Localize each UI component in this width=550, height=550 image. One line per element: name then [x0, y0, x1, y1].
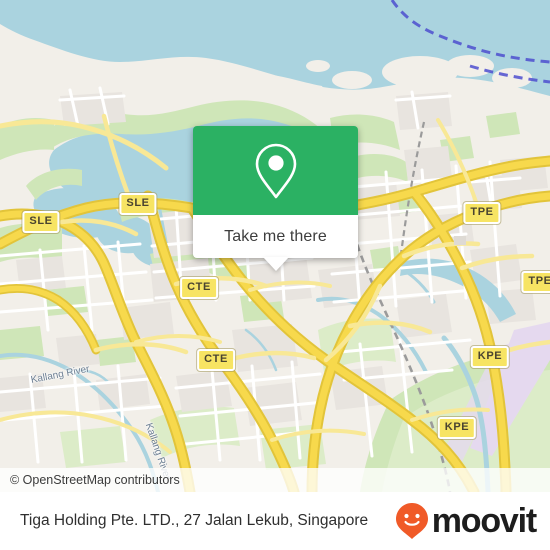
moovit-brand: moovit [395, 502, 537, 540]
road-shield-kpe-7: KPE [437, 417, 477, 439]
take-me-there-label: Take me there [224, 227, 327, 245]
road-shield-tpe-5: TPE [521, 271, 550, 293]
map-attribution-bar: © OpenStreetMap contributors [0, 468, 550, 492]
road-shield-cte-2: CTE [180, 277, 218, 299]
road-shield-sle-0: SLE [22, 211, 60, 233]
take-me-there-button[interactable]: Take me there [193, 215, 358, 271]
location-callout[interactable]: Take me there [193, 126, 358, 271]
road-shield-sle-1: SLE [119, 193, 157, 215]
road-shield-cte-3: CTE [197, 349, 235, 371]
moovit-map-screenshot: SLE SLE CTE CTE TPE TPE KPE KPE Kallang River Ka… [0, 0, 550, 550]
footer-bar: Tiga Holding Pte. LTD., 27 Jalan Lekub, … [0, 492, 550, 550]
callout-icon-panel [193, 126, 358, 215]
place-title: Tiga Holding Pte. LTD., 27 Jalan Lekub, … [20, 512, 369, 529]
road-shield-kpe-6: KPE [470, 346, 510, 368]
callout-pointer [262, 257, 289, 271]
road-shield-tpe-4: TPE [463, 202, 501, 224]
moovit-wordmark: moovit [431, 502, 537, 540]
map-pin-icon [255, 143, 296, 198]
moovit-pin-logo-icon [395, 503, 428, 539]
osm-attribution-text: © OpenStreetMap contributors [10, 473, 180, 487]
